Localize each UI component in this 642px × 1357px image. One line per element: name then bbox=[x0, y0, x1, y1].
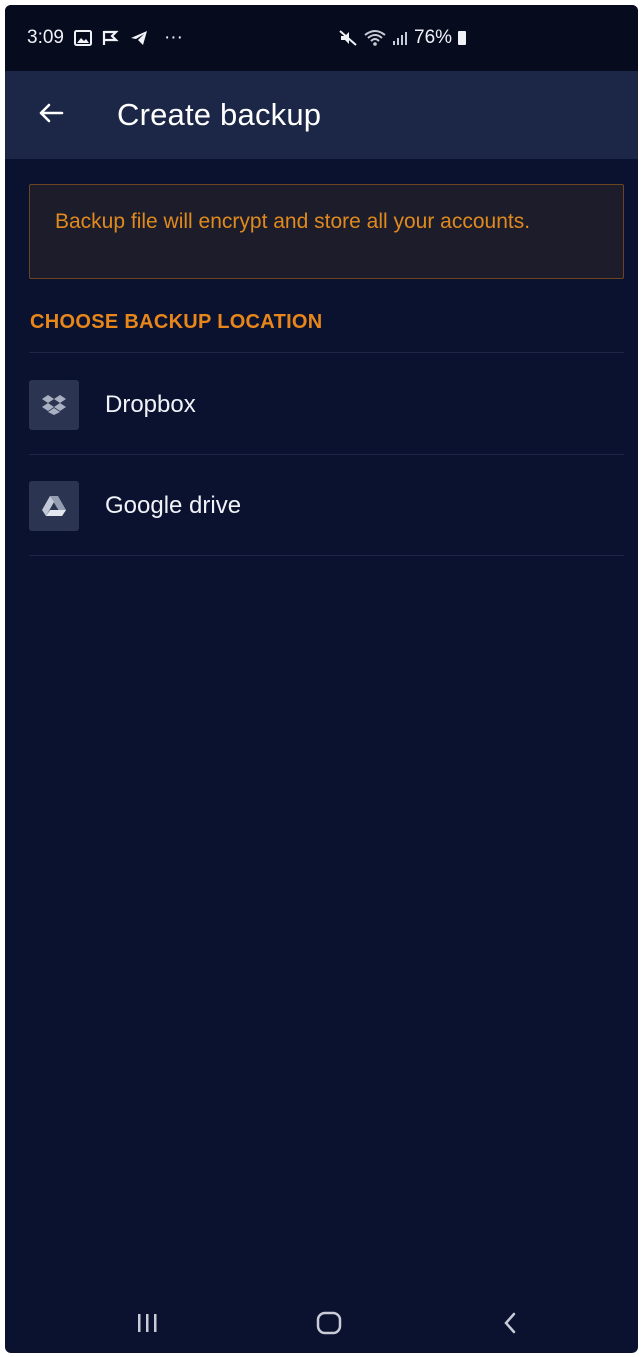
battery-icon bbox=[458, 31, 467, 45]
home-icon bbox=[315, 1311, 343, 1340]
divider bbox=[29, 352, 624, 353]
google-drive-icon bbox=[29, 481, 79, 531]
main-content: Backup file will encrypt and store all y… bbox=[5, 159, 638, 1259]
system-back-button[interactable] bbox=[485, 1305, 535, 1345]
status-right: 76% bbox=[338, 5, 467, 71]
status-left: 3:09 ··· bbox=[27, 27, 183, 49]
option-label: Google drive bbox=[105, 492, 242, 519]
gallery-icon bbox=[73, 30, 92, 46]
overflow-dots: ··· bbox=[163, 27, 183, 48]
option-dropbox[interactable]: Dropbox bbox=[29, 355, 624, 455]
home-button[interactable] bbox=[304, 1305, 354, 1345]
section-label: CHOOSE BACKUP LOCATION bbox=[30, 311, 323, 333]
battery-percent: 76% bbox=[414, 27, 453, 48]
recents-icon bbox=[135, 1312, 159, 1339]
notice-text: Backup file will encrypt and store all y… bbox=[55, 210, 531, 233]
option-label: Dropbox bbox=[105, 391, 196, 418]
arrow-left-icon bbox=[38, 102, 64, 129]
dropbox-icon bbox=[29, 380, 79, 430]
divider bbox=[29, 454, 624, 455]
back-button[interactable] bbox=[33, 97, 69, 133]
recent-apps-button[interactable] bbox=[122, 1305, 172, 1345]
option-google-drive[interactable]: Google drive bbox=[29, 456, 624, 556]
phone-screen: 3:09 ··· 76% Create backup Backup file w… bbox=[5, 5, 638, 1353]
divider bbox=[29, 555, 624, 556]
system-nav-bar bbox=[5, 1297, 638, 1353]
page-title: Create backup bbox=[117, 97, 322, 132]
wifi-icon bbox=[364, 29, 386, 47]
app-bar: Create backup bbox=[5, 71, 638, 159]
telegram-icon bbox=[130, 30, 148, 46]
chevron-left-icon bbox=[501, 1311, 519, 1340]
flag-icon bbox=[102, 30, 120, 46]
status-bar: 3:09 ··· 76% bbox=[5, 5, 638, 71]
encryption-notice: Backup file will encrypt and store all y… bbox=[29, 184, 624, 279]
mute-icon bbox=[338, 29, 358, 47]
signal-icon bbox=[392, 30, 408, 46]
status-time: 3:09 bbox=[27, 27, 64, 48]
